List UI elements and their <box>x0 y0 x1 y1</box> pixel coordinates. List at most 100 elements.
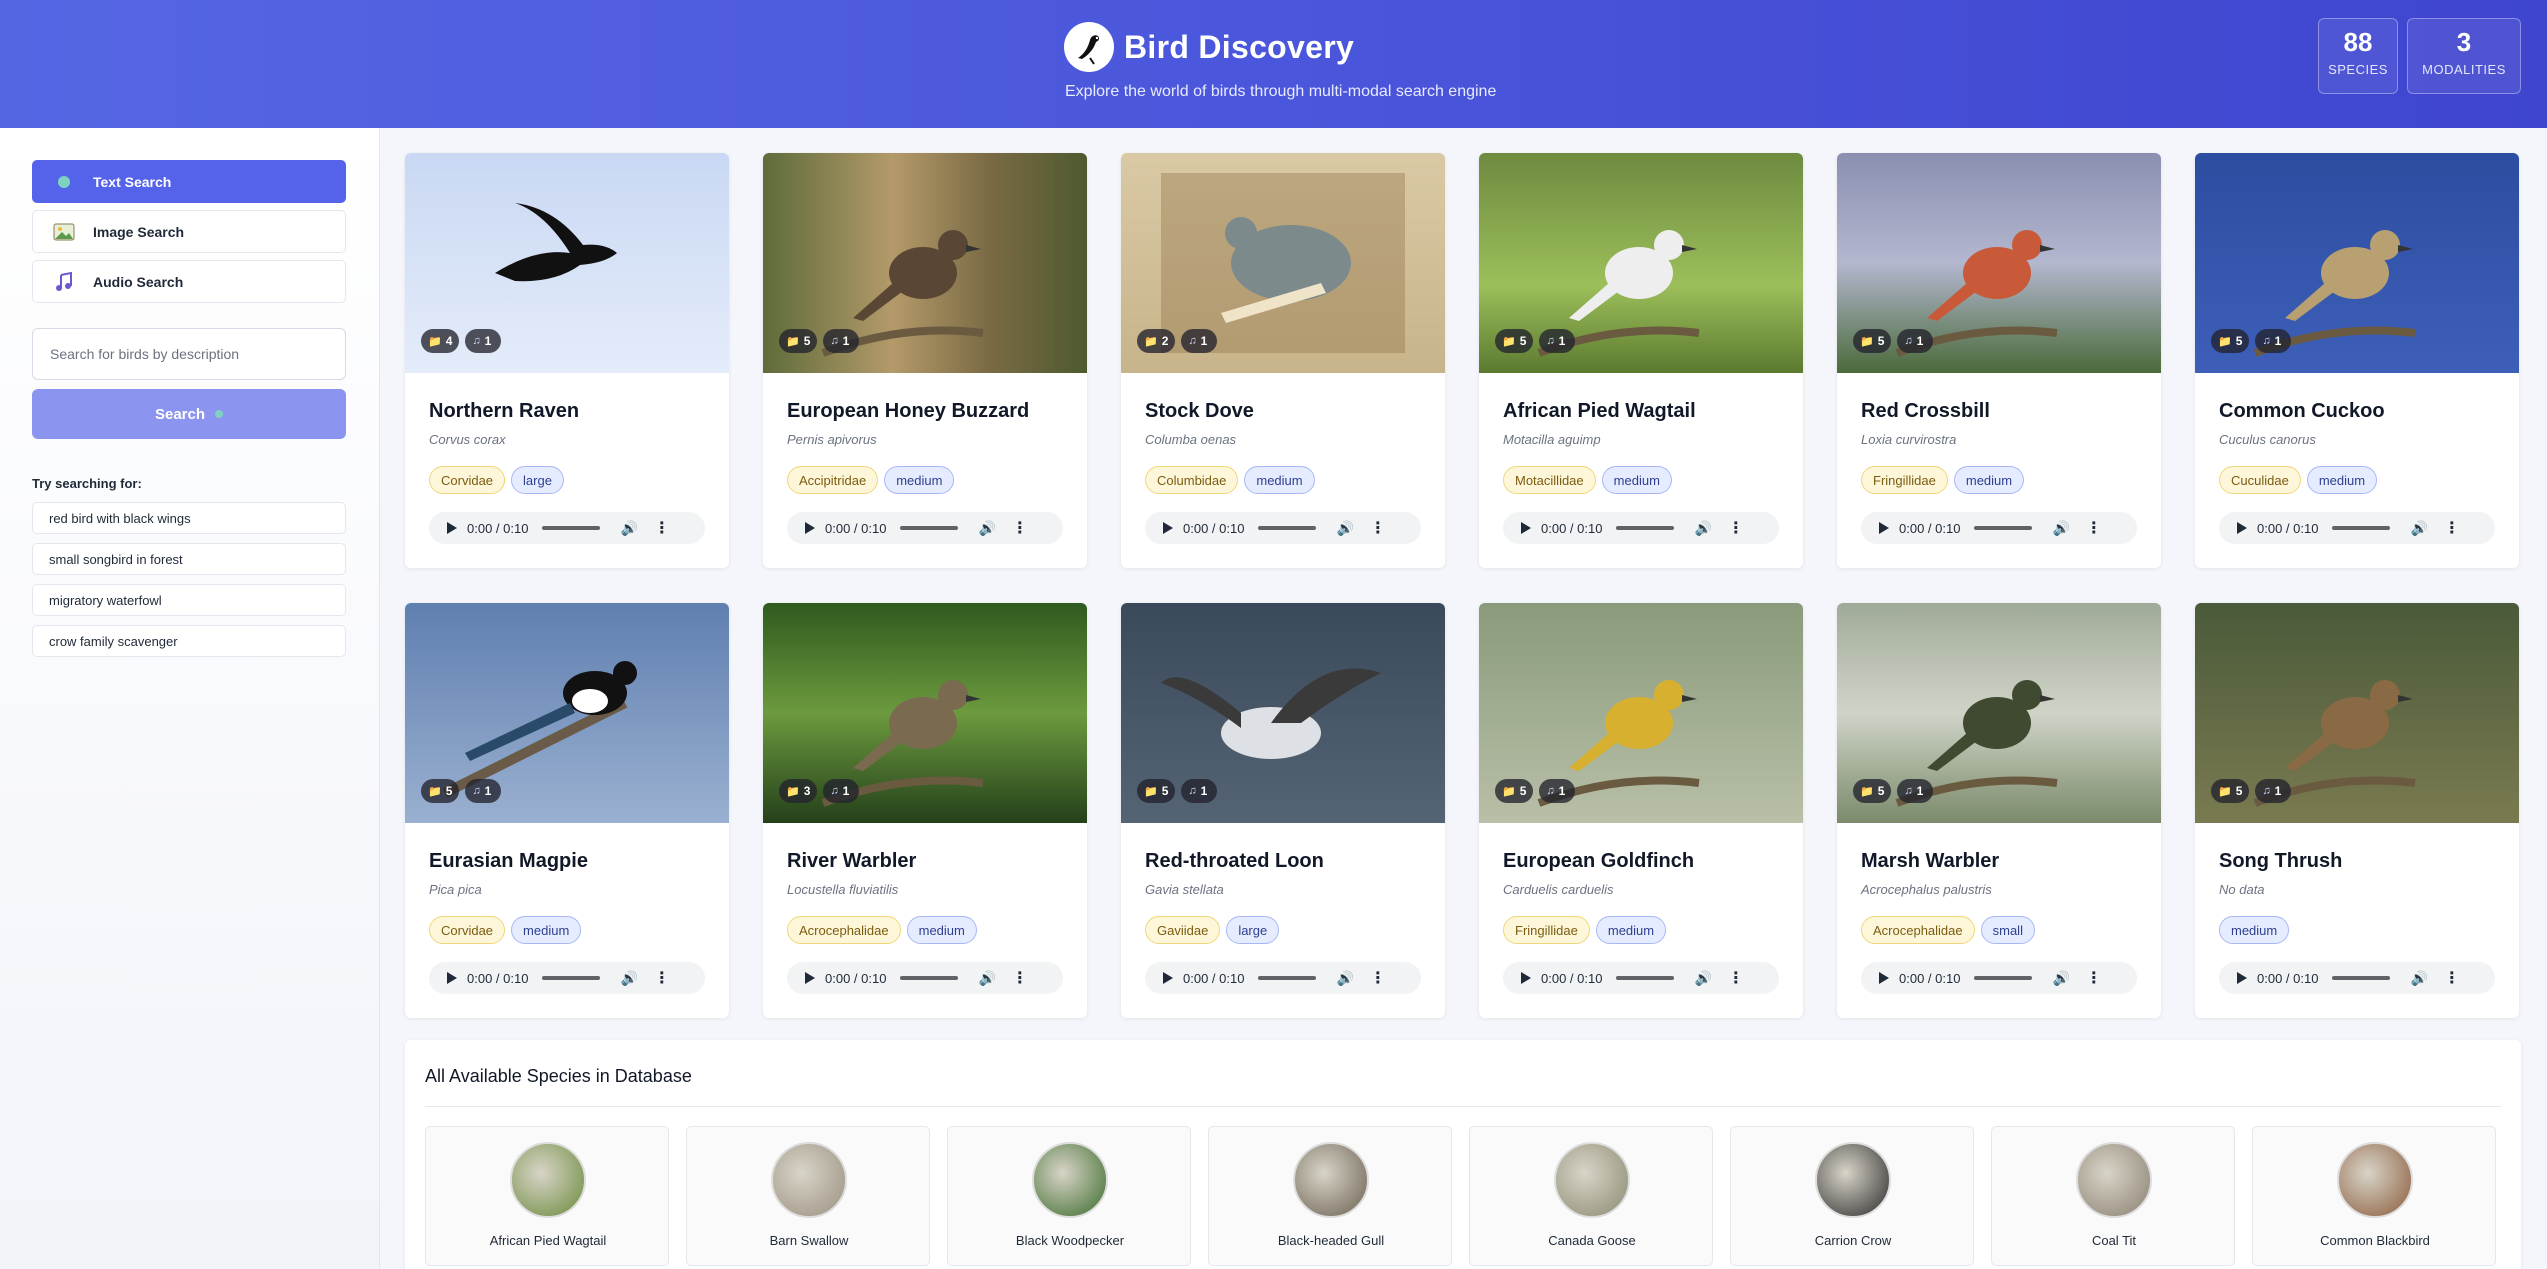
audio-progress-slider[interactable] <box>542 976 601 980</box>
audio-progress-slider[interactable] <box>2332 976 2391 980</box>
audio-player[interactable]: 0:00 / 0:10 🔊 ⋮ <box>1861 512 2137 544</box>
volume-icon[interactable]: 🔊 <box>1336 520 1353 537</box>
audio-player[interactable]: 0:00 / 0:10 🔊 ⋮ <box>1861 962 2137 994</box>
media-badges: 📁 3 ♫ 1 <box>779 779 860 803</box>
audio-progress-slider[interactable] <box>1974 526 2033 530</box>
volume-icon[interactable]: 🔊 <box>978 970 995 987</box>
species-tile[interactable]: Coal Tit <box>1991 1126 2235 1266</box>
species-tile[interactable]: Carrion Crow <box>1730 1126 1974 1266</box>
audio-player[interactable]: 0:00 / 0:10 🔊 ⋮ <box>1503 512 1779 544</box>
species-tile[interactable]: Black-headed Gull <box>1208 1126 1452 1266</box>
audio-player[interactable]: 0:00 / 0:10 🔊 ⋮ <box>429 512 705 544</box>
suggestion-item[interactable]: red bird with black wings <box>32 502 346 534</box>
volume-icon[interactable]: 🔊 <box>620 520 637 537</box>
volume-icon[interactable]: 🔊 <box>2410 970 2427 987</box>
tag-list: Cuculidae medium <box>2219 466 2378 494</box>
play-icon[interactable] <box>447 972 457 984</box>
family-tag: Accipitridae <box>787 466 879 494</box>
more-options-icon[interactable]: ⋮ <box>1728 518 1744 538</box>
more-options-icon[interactable]: ⋮ <box>654 518 670 538</box>
species-tile[interactable]: Barn Swallow <box>686 1126 930 1266</box>
bird-card[interactable]: 📁 5 ♫ 1 African Pied Wagtail Motacilla agu… <box>1479 153 1803 568</box>
species-tile[interactable]: Black Woodpecker <box>947 1126 1191 1266</box>
audio-progress-slider[interactable] <box>1258 526 1317 530</box>
volume-icon[interactable]: 🔊 <box>978 520 995 537</box>
more-options-icon[interactable]: ⋮ <box>2086 968 2102 988</box>
suggestion-item[interactable]: crow family scavenger <box>32 625 346 657</box>
bird-card[interactable]: 📁 5 ♫ 1 Song Thrush No data medium 0:00 / … <box>2195 603 2519 1018</box>
search-input[interactable] <box>32 328 346 380</box>
picture-icon <box>53 221 75 243</box>
audio-player[interactable]: 0:00 / 0:10 🔊 ⋮ <box>1503 962 1779 994</box>
volume-icon[interactable]: 🔊 <box>2410 520 2427 537</box>
family-tag: Columbidae <box>1145 466 1239 494</box>
more-options-icon[interactable]: ⋮ <box>2444 968 2460 988</box>
species-tile[interactable]: African Pied Wagtail <box>425 1126 669 1266</box>
suggestion-item[interactable]: migratory waterfowl <box>32 584 346 616</box>
bird-card[interactable]: 📁 5 ♫ 1 Eurasian Magpie Pica pica Corvidae… <box>405 603 729 1018</box>
play-icon[interactable] <box>1879 522 1889 534</box>
more-options-icon[interactable]: ⋮ <box>1370 968 1386 988</box>
bird-card[interactable]: 📁 5 ♫ 1 European Goldfinch Carduelis cardu… <box>1479 603 1803 1018</box>
scientific-name: Loxia curvirostra <box>1861 432 1957 447</box>
play-icon[interactable] <box>1879 972 1889 984</box>
play-icon[interactable] <box>2237 972 2247 984</box>
more-options-icon[interactable]: ⋮ <box>1012 518 1028 538</box>
search-button[interactable]: Search <box>32 389 346 439</box>
audio-progress-slider[interactable] <box>2332 526 2391 530</box>
suggestion-item[interactable]: small songbird in forest <box>32 543 346 575</box>
audio-progress-slider[interactable] <box>1974 976 2033 980</box>
bird-card[interactable]: 📁 5 ♫ 1 European Honey Buzzard Pernis apiv… <box>763 153 1087 568</box>
volume-icon[interactable]: 🔊 <box>2052 970 2069 987</box>
species-tile[interactable]: Common Blackbird <box>2252 1126 2496 1266</box>
audio-player[interactable]: 0:00 / 0:10 🔊 ⋮ <box>1145 512 1421 544</box>
bird-card[interactable]: 📁 5 ♫ 1 Red-throated Loon Gavia stellata G… <box>1121 603 1445 1018</box>
volume-icon[interactable]: 🔊 <box>620 970 637 987</box>
audio-player[interactable]: 0:00 / 0:10 🔊 ⋮ <box>2219 512 2495 544</box>
bird-card[interactable]: 📁 2 ♫ 1 Stock Dove Columba oenas Columbida… <box>1121 153 1445 568</box>
species-avatar <box>2337 1142 2413 1218</box>
audio-player[interactable]: 0:00 / 0:10 🔊 ⋮ <box>787 512 1063 544</box>
bird-card[interactable]: 📁 5 ♫ 1 Common Cuckoo Cuculus canorus Cucu… <box>2195 153 2519 568</box>
volume-icon[interactable]: 🔊 <box>1694 970 1711 987</box>
play-icon[interactable] <box>1163 522 1173 534</box>
more-options-icon[interactable]: ⋮ <box>654 968 670 988</box>
more-options-icon[interactable]: ⋮ <box>2086 518 2102 538</box>
text-search-label: Text Search <box>93 173 172 190</box>
audio-player[interactable]: 0:00 / 0:10 🔊 ⋮ <box>1145 962 1421 994</box>
play-icon[interactable] <box>1521 972 1531 984</box>
play-icon[interactable] <box>805 522 815 534</box>
play-icon[interactable] <box>447 522 457 534</box>
more-options-icon[interactable]: ⋮ <box>1370 518 1386 538</box>
audio-time: 0:00 / 0:10 <box>825 970 887 986</box>
bird-card[interactable]: 📁 5 ♫ 1 Red Crossbill Loxia curvirostra Fr… <box>1837 153 2161 568</box>
audio-progress-slider[interactable] <box>1616 976 1675 980</box>
image-search-tab[interactable]: Image Search <box>32 210 346 253</box>
play-icon[interactable] <box>1163 972 1173 984</box>
audio-progress-slider[interactable] <box>900 976 959 980</box>
audio-progress-slider[interactable] <box>900 526 959 530</box>
bird-card[interactable]: 📁 5 ♫ 1 Marsh Warbler Acrocephalus palustr… <box>1837 603 2161 1018</box>
size-tag: medium <box>1953 466 2025 494</box>
play-icon[interactable] <box>1521 522 1531 534</box>
play-icon[interactable] <box>2237 522 2247 534</box>
audio-progress-slider[interactable] <box>1616 526 1675 530</box>
text-search-tab[interactable]: Text Search <box>32 160 346 203</box>
play-icon[interactable] <box>805 972 815 984</box>
bird-card[interactable]: 📁 3 ♫ 1 River Warbler Locustella fluviatil… <box>763 603 1087 1018</box>
audio-player[interactable]: 0:00 / 0:10 🔊 ⋮ <box>2219 962 2495 994</box>
more-options-icon[interactable]: ⋮ <box>1728 968 1744 988</box>
bird-card[interactable]: 📁 4 ♫ 1 Northern Raven Corvus corax Corvid… <box>405 153 729 568</box>
volume-icon[interactable]: 🔊 <box>2052 520 2069 537</box>
audio-player[interactable]: 0:00 / 0:10 🔊 ⋮ <box>787 962 1063 994</box>
more-options-icon[interactable]: ⋮ <box>2444 518 2460 538</box>
music-note-icon: ♫ <box>2262 335 2271 347</box>
audio-progress-slider[interactable] <box>542 526 601 530</box>
audio-player[interactable]: 0:00 / 0:10 🔊 ⋮ <box>429 962 705 994</box>
audio-progress-slider[interactable] <box>1258 976 1317 980</box>
volume-icon[interactable]: 🔊 <box>1694 520 1711 537</box>
more-options-icon[interactable]: ⋮ <box>1012 968 1028 988</box>
species-tile[interactable]: Canada Goose <box>1469 1126 1713 1266</box>
audio-search-tab[interactable]: Audio Search <box>32 260 346 303</box>
volume-icon[interactable]: 🔊 <box>1336 970 1353 987</box>
